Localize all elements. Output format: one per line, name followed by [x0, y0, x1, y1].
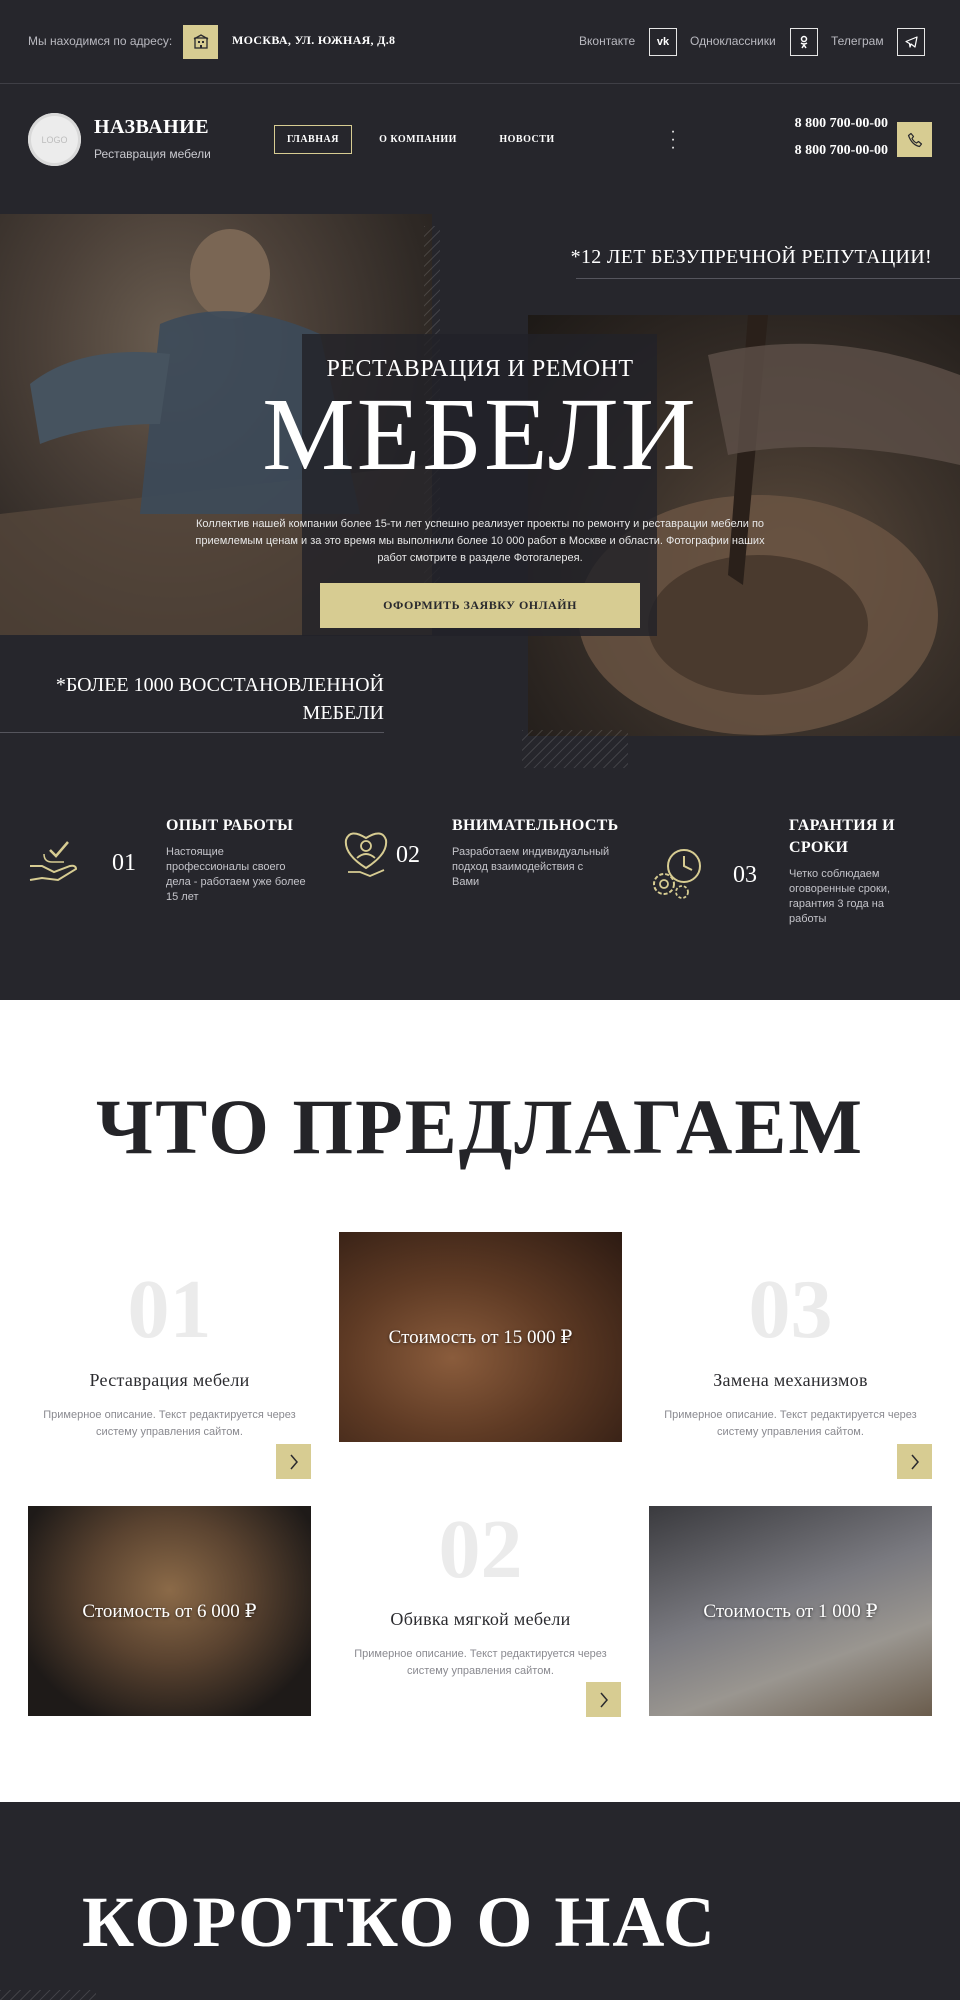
hatch-decoration — [522, 730, 628, 768]
offers-section: ЧТО ПРЕДЛАГАЕМ 01 Реставрация мебели При… — [0, 1000, 960, 1802]
brand-name[interactable]: НАЗВАНИЕ — [94, 116, 209, 139]
restored-quote: *БОЛЕЕ 1000 ВОССТАНОВЛЕННОЙ МЕБЕЛИ — [55, 674, 384, 724]
service-title: Обивка мягкой мебели — [390, 1609, 571, 1629]
price-label: Стоимость от 6 000 ₽ — [82, 1600, 257, 1622]
telegram-icon[interactable] — [897, 28, 925, 56]
odnoklassniki-icon[interactable] — [790, 28, 818, 56]
gears-clock-icon — [648, 844, 706, 902]
hero-description: Коллектив нашей компании более 15-ти лет… — [195, 518, 765, 564]
address-label: Мы находимся по адресу: — [28, 34, 173, 48]
order-online-button[interactable]: ОФОРМИТЬ ЗАЯВКУ ОНЛАЙН — [320, 583, 640, 628]
brand-subtitle: Реставрация мебели — [94, 147, 211, 161]
address-text: МОСКВА, УЛ. ЮЖНАЯ, Д.8 — [232, 33, 396, 47]
service-description: Примерное описание. Текст редактируется … — [664, 1409, 917, 1438]
feature-number: 02 — [396, 842, 420, 868]
top-bar: Мы находимся по адресу: МОСКВА, УЛ. ЮЖНА… — [0, 0, 960, 84]
divider — [576, 278, 960, 279]
logo[interactable]: LOGO — [28, 113, 81, 166]
feature-title: ОПЫТ РАБОТЫ — [166, 817, 294, 834]
feature-text: Разработаем индивидуальный подход взаимо… — [452, 846, 610, 888]
feature-title: ВНИМАТЕЛЬНОСТЬ — [452, 817, 619, 834]
building-icon — [183, 25, 218, 59]
social-label-telegram[interactable]: Телеграм — [831, 34, 884, 48]
service-title: Реставрация мебели — [89, 1370, 250, 1390]
price-label: Стоимость от 15 000 ₽ — [388, 1326, 573, 1348]
reputation-quote: *12 ЛЕТ БЕЗУПРЕЧНОЙ РЕПУТАЦИИ! — [570, 246, 932, 268]
heart-person-icon — [340, 824, 392, 884]
nav-about[interactable]: О КОМПАНИИ — [372, 125, 464, 154]
service-description: Примерное описание. Текст редактируется … — [354, 1648, 607, 1677]
chevron-right-icon[interactable] — [276, 1444, 311, 1479]
feature-title: ГАРАНТИЯ И СРОКИ — [789, 817, 895, 856]
vk-icon[interactable]: vk — [649, 28, 677, 56]
feature-number: 01 — [112, 850, 136, 876]
social-label-ok[interactable]: Одноклассники — [690, 34, 776, 48]
chevron-right-icon[interactable] — [897, 1444, 932, 1479]
social-label-vk[interactable]: Вконтакте — [579, 34, 635, 48]
feature-text: Четко соблюдаем оговоренные сроки, гаран… — [789, 868, 891, 925]
offers-title: ЧТО ПРЕДЛАГАЕМ — [96, 1083, 864, 1170]
service-title: Замена механизмов — [713, 1370, 868, 1390]
service-number: 02 — [438, 1503, 523, 1596]
hero-title: МЕБЕЛИ — [262, 377, 698, 492]
price-card[interactable]: Стоимость от 15 000 ₽ — [339, 1232, 622, 1442]
divider — [0, 732, 384, 733]
feature-text: Настоящие профессионалы своего дела - ра… — [166, 846, 306, 903]
about-section: КОРОТКО О НАС — [0, 1802, 960, 2000]
phone-2[interactable]: 8 800 700-00-00 — [795, 143, 888, 159]
hand-check-icon — [28, 836, 84, 888]
price-card[interactable]: Стоимость от 1 000 ₽ — [649, 1506, 932, 1716]
chevron-right-icon[interactable] — [586, 1682, 621, 1717]
hatch-decoration — [0, 1990, 96, 2000]
about-title: КОРОТКО О НАС — [82, 1882, 717, 1962]
price-card[interactable]: Стоимость от 6 000 ₽ — [28, 1506, 311, 1716]
price-label: Стоимость от 1 000 ₽ — [703, 1600, 878, 1622]
service-number: 01 — [127, 1263, 212, 1356]
feature-number: 03 — [733, 862, 757, 888]
dots-vertical-icon[interactable]: · · · — [670, 124, 676, 156]
nav-home[interactable]: ГЛАВНАЯ — [274, 125, 352, 154]
nav-news[interactable]: НОВОСТИ — [490, 125, 564, 154]
phone-1[interactable]: 8 800 700-00-00 — [795, 116, 888, 132]
service-description: Примерное описание. Текст редактируется … — [43, 1409, 296, 1438]
phone-icon[interactable] — [897, 122, 932, 157]
service-number: 03 — [748, 1263, 833, 1356]
